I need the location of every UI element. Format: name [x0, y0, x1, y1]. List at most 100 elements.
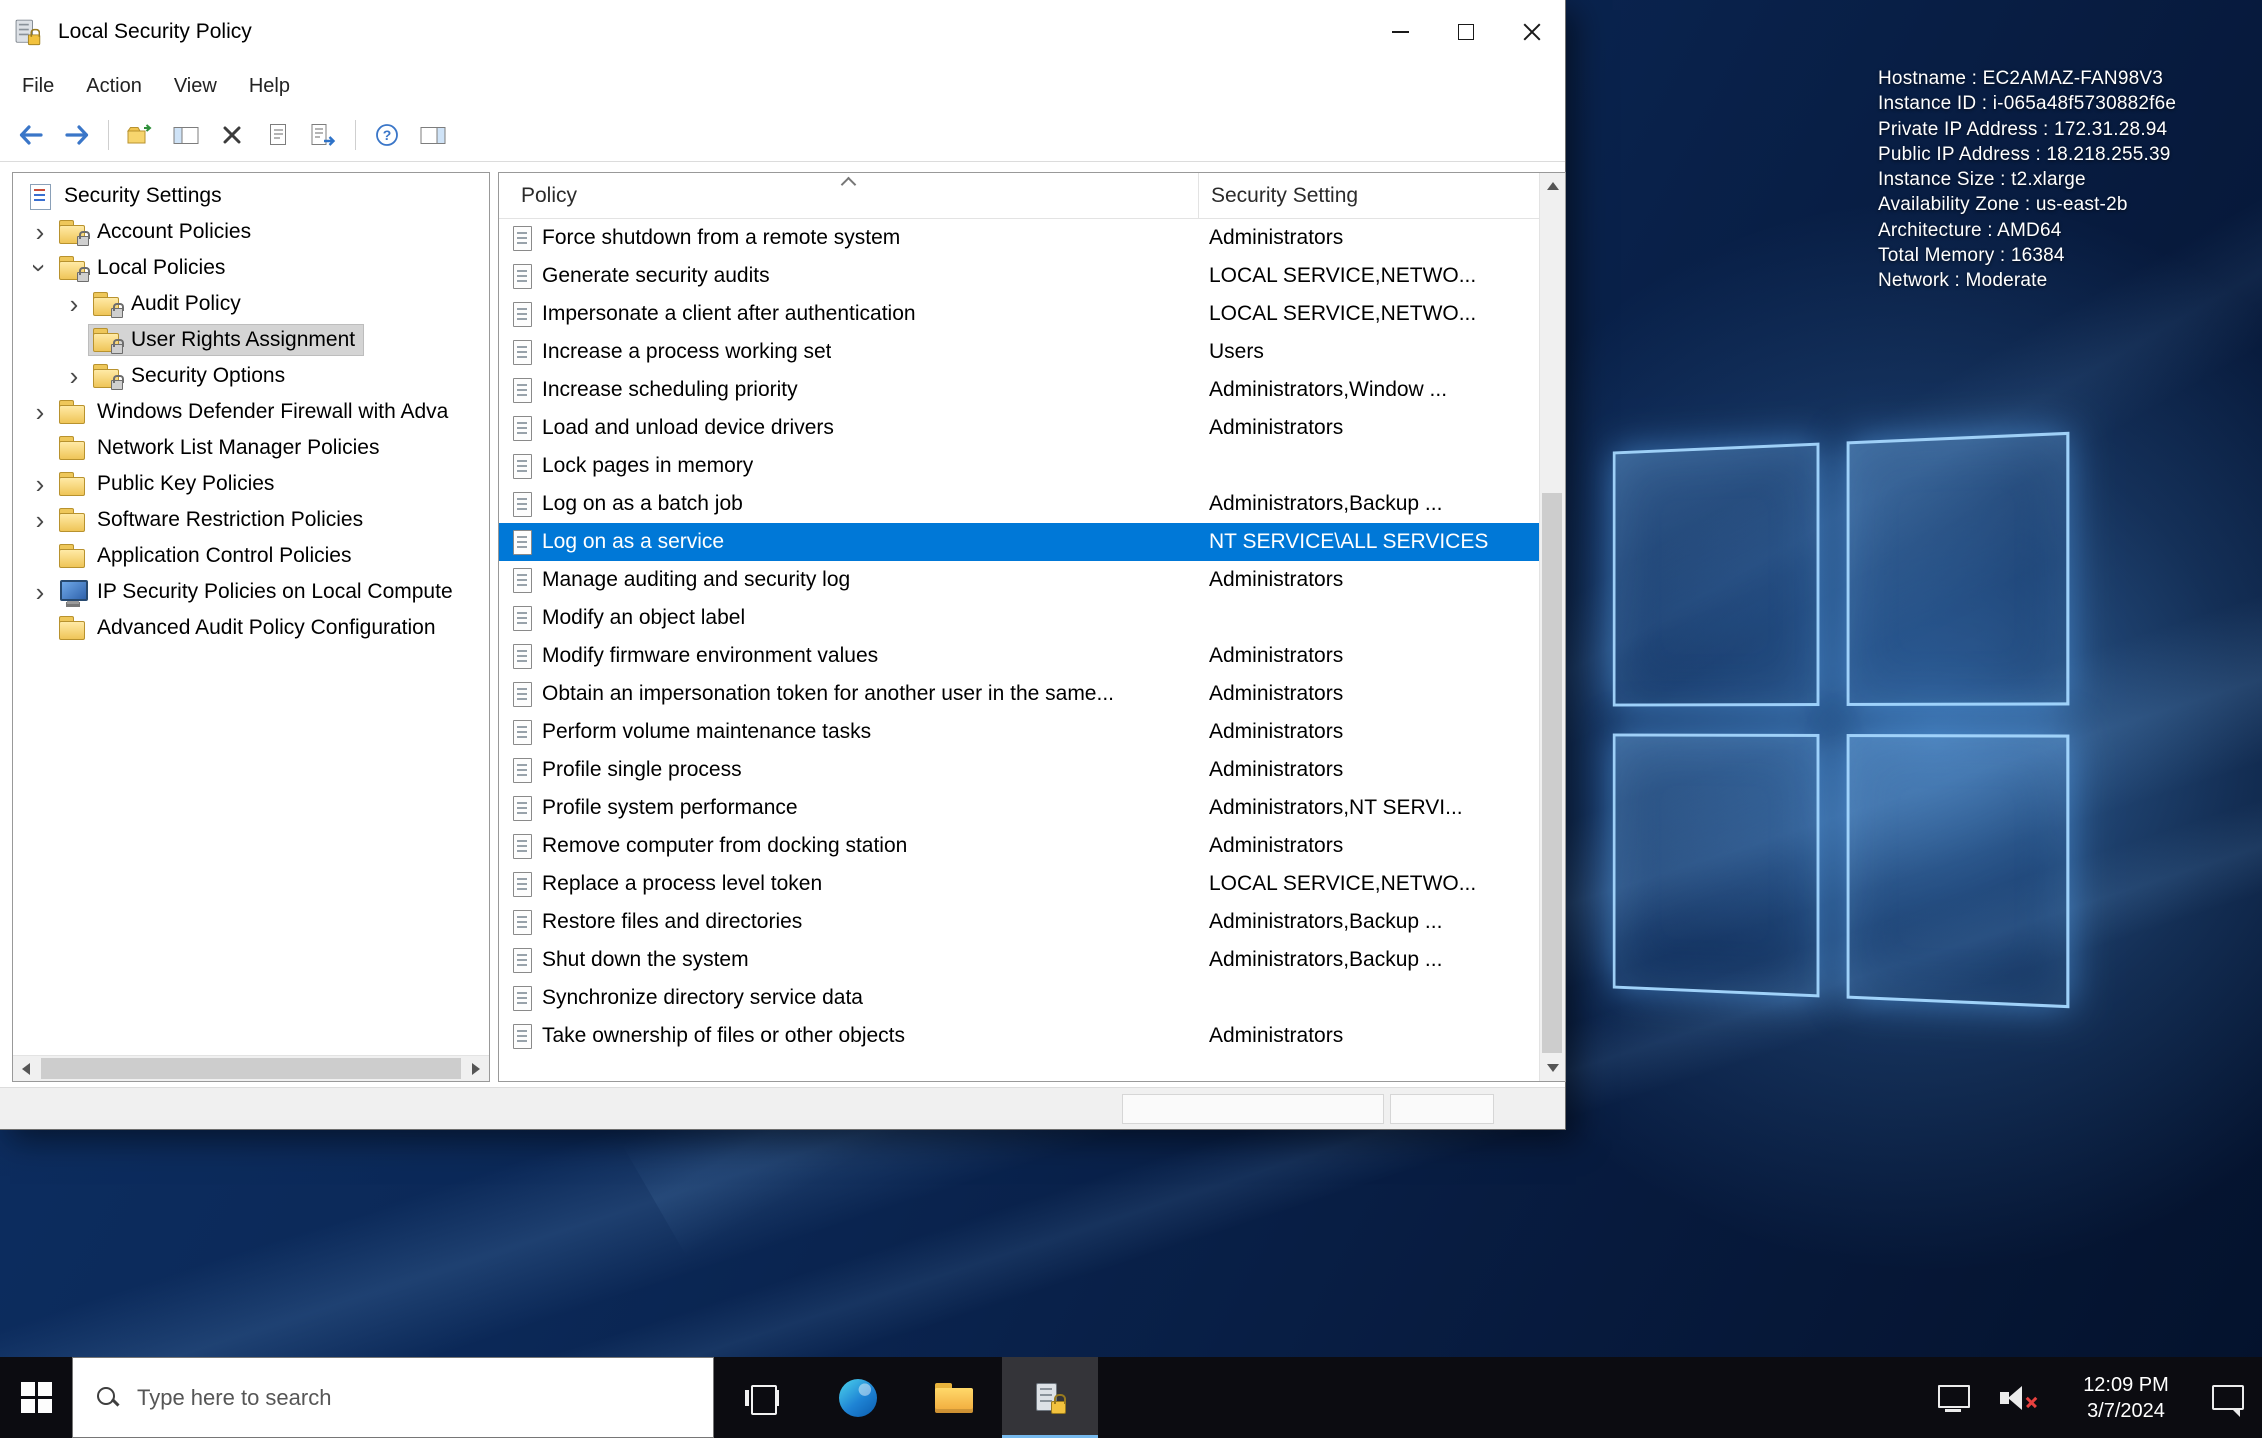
scroll-up-button[interactable] — [1540, 173, 1565, 199]
search-input[interactable] — [137, 1385, 637, 1411]
tree-item[interactable]: › Audit Policy — [13, 286, 489, 322]
taskbar-search[interactable] — [72, 1357, 714, 1438]
show-action-pane-button[interactable] — [412, 114, 454, 156]
chevron-icon[interactable]: › — [27, 253, 53, 283]
policy-row[interactable]: Obtain an impersonation token for anothe… — [499, 675, 1539, 713]
setting-cell: Administrators — [1209, 644, 1343, 668]
scrollbar-thumb[interactable] — [1542, 493, 1562, 1053]
policy-row[interactable]: Modify firmware environment values Admin… — [499, 637, 1539, 675]
tree-item-label: Software Restriction Policies — [97, 508, 363, 532]
close-button[interactable] — [1499, 0, 1565, 64]
export-button[interactable] — [119, 114, 161, 156]
policy-row[interactable]: Increase a process working set Users — [499, 333, 1539, 371]
maximize-button[interactable] — [1433, 0, 1499, 64]
policy-row[interactable]: Perform volume maintenance tasks Adminis… — [499, 713, 1539, 751]
policy-row[interactable]: Log on as a service NT SERVICE\ALL SERVI… — [499, 523, 1539, 561]
policy-row[interactable]: Profile system performance Administrator… — [499, 789, 1539, 827]
svg-text:?: ? — [383, 127, 392, 143]
policy-row[interactable]: Modify an object label — [499, 599, 1539, 637]
tree-item[interactable]: › Local Policies — [13, 250, 489, 286]
help-button[interactable]: ? — [366, 114, 408, 156]
chevron-icon[interactable]: › — [59, 363, 89, 389]
chevron-icon[interactable]: › — [59, 291, 89, 317]
policy-row[interactable]: Take ownership of files or other objects… — [499, 1017, 1539, 1055]
tree-item-label: Security Settings — [64, 184, 222, 208]
policy-row[interactable]: Generate security audits LOCAL SERVICE,N… — [499, 257, 1539, 295]
policy-row[interactable]: Load and unload device drivers Administr… — [499, 409, 1539, 447]
setting-cell: Administrators,NT SERVI... — [1209, 796, 1463, 820]
chevron-icon[interactable]: › — [25, 219, 55, 245]
policy-doc-icon — [513, 948, 532, 973]
policy-row[interactable]: Replace a process level token LOCAL SERV… — [499, 865, 1539, 903]
policy-cell: Remove computer from docking station — [542, 834, 907, 858]
file-explorer-button[interactable] — [906, 1357, 1002, 1438]
policy-row[interactable]: Force shutdown from a remote system Admi… — [499, 219, 1539, 257]
menu-view[interactable]: View — [158, 64, 233, 108]
properties-button[interactable] — [257, 114, 299, 156]
back-button[interactable] — [10, 114, 52, 156]
tree-item[interactable]: › Security Options — [13, 358, 489, 394]
setting-cell: Administrators — [1209, 1024, 1343, 1048]
policy-row[interactable]: Restore files and directories Administra… — [499, 903, 1539, 941]
policy-row[interactable]: Manage auditing and security log Adminis… — [499, 561, 1539, 599]
tree-item-icon — [92, 292, 122, 316]
scrollbar-thumb[interactable] — [41, 1058, 461, 1079]
tree-item-icon — [58, 508, 88, 532]
tree-horizontal-scrollbar[interactable] — [13, 1055, 489, 1081]
menu-help[interactable]: Help — [233, 64, 306, 108]
policy-row[interactable]: Increase scheduling priority Administrat… — [499, 371, 1539, 409]
tree-item[interactable]: › Public Key Policies — [13, 466, 489, 502]
scroll-down-button[interactable] — [1540, 1055, 1565, 1081]
action-center-icon[interactable] — [2212, 1385, 2244, 1410]
tree-item[interactable]: Application Control Policies — [13, 538, 489, 574]
tree-item[interactable]: › Software Restriction Policies — [13, 502, 489, 538]
minimize-button[interactable] — [1367, 0, 1433, 64]
policy-cell: Increase scheduling priority — [542, 378, 798, 402]
task-view-button[interactable] — [714, 1357, 810, 1438]
policy-row[interactable]: Remove computer from docking station Adm… — [499, 827, 1539, 865]
scroll-left-button[interactable] — [13, 1056, 39, 1082]
setting-cell: Administrators,Backup ... — [1209, 910, 1442, 934]
network-icon[interactable] — [1936, 1384, 1970, 1412]
policy-cell: Log on as a batch job — [542, 492, 743, 516]
tree-item[interactable]: Security Settings — [13, 178, 489, 214]
menu-file[interactable]: File — [6, 64, 70, 108]
policy-list-pane: Policy Security Setting Force shutdown f… — [498, 172, 1566, 1082]
local-security-policy-taskbar-button[interactable] — [1002, 1357, 1098, 1438]
policy-doc-icon — [513, 264, 532, 289]
policy-doc-icon — [513, 1024, 532, 1049]
tree-item[interactable]: › Account Policies — [13, 214, 489, 250]
menu-action[interactable]: Action — [70, 64, 158, 108]
tree-item[interactable]: Advanced Audit Policy Configuration — [13, 610, 489, 646]
forward-button[interactable] — [56, 114, 98, 156]
export-list-button[interactable] — [303, 114, 345, 156]
chevron-icon[interactable]: › — [25, 507, 55, 533]
policy-row[interactable]: Synchronize directory service data — [499, 979, 1539, 1017]
start-button[interactable] — [0, 1357, 72, 1438]
policy-row[interactable]: Log on as a batch job Administrators,Bac… — [499, 485, 1539, 523]
delete-button[interactable] — [211, 114, 253, 156]
instance-info-line: Public IP Address : 18.218.255.39 — [1878, 142, 2176, 167]
tree-item[interactable]: Network List Manager Policies — [13, 430, 489, 466]
tree-item[interactable]: › Windows Defender Firewall with Adva — [13, 394, 489, 430]
chevron-icon[interactable]: › — [25, 399, 55, 425]
titlebar[interactable]: Local Security Policy — [0, 0, 1565, 64]
tree-item[interactable]: User Rights Assignment — [13, 322, 489, 358]
policy-row[interactable]: Profile single process Administrators — [499, 751, 1539, 789]
list-vertical-scrollbar[interactable] — [1539, 173, 1565, 1081]
chevron-icon[interactable]: › — [25, 579, 55, 605]
policy-doc-icon — [513, 340, 532, 365]
policy-row[interactable]: Lock pages in memory — [499, 447, 1539, 485]
chevron-icon[interactable]: › — [25, 471, 55, 497]
policy-row[interactable]: Shut down the system Administrators,Back… — [499, 941, 1539, 979]
lock-badge-icon — [77, 236, 89, 246]
policy-doc-icon — [513, 910, 532, 935]
volume-muted-icon[interactable] — [2000, 1383, 2040, 1413]
scroll-right-button[interactable] — [463, 1056, 489, 1082]
tree-item[interactable]: › IP Security Policies on Local Compute — [13, 574, 489, 610]
edge-button[interactable] — [810, 1357, 906, 1438]
taskbar-clock[interactable]: 12:09 PM 3/7/2024 — [2070, 1372, 2182, 1424]
policy-row[interactable]: Impersonate a client after authenticatio… — [499, 295, 1539, 333]
show-console-tree-button[interactable] — [165, 114, 207, 156]
column-header-security-setting[interactable]: Security Setting — [1199, 173, 1565, 218]
